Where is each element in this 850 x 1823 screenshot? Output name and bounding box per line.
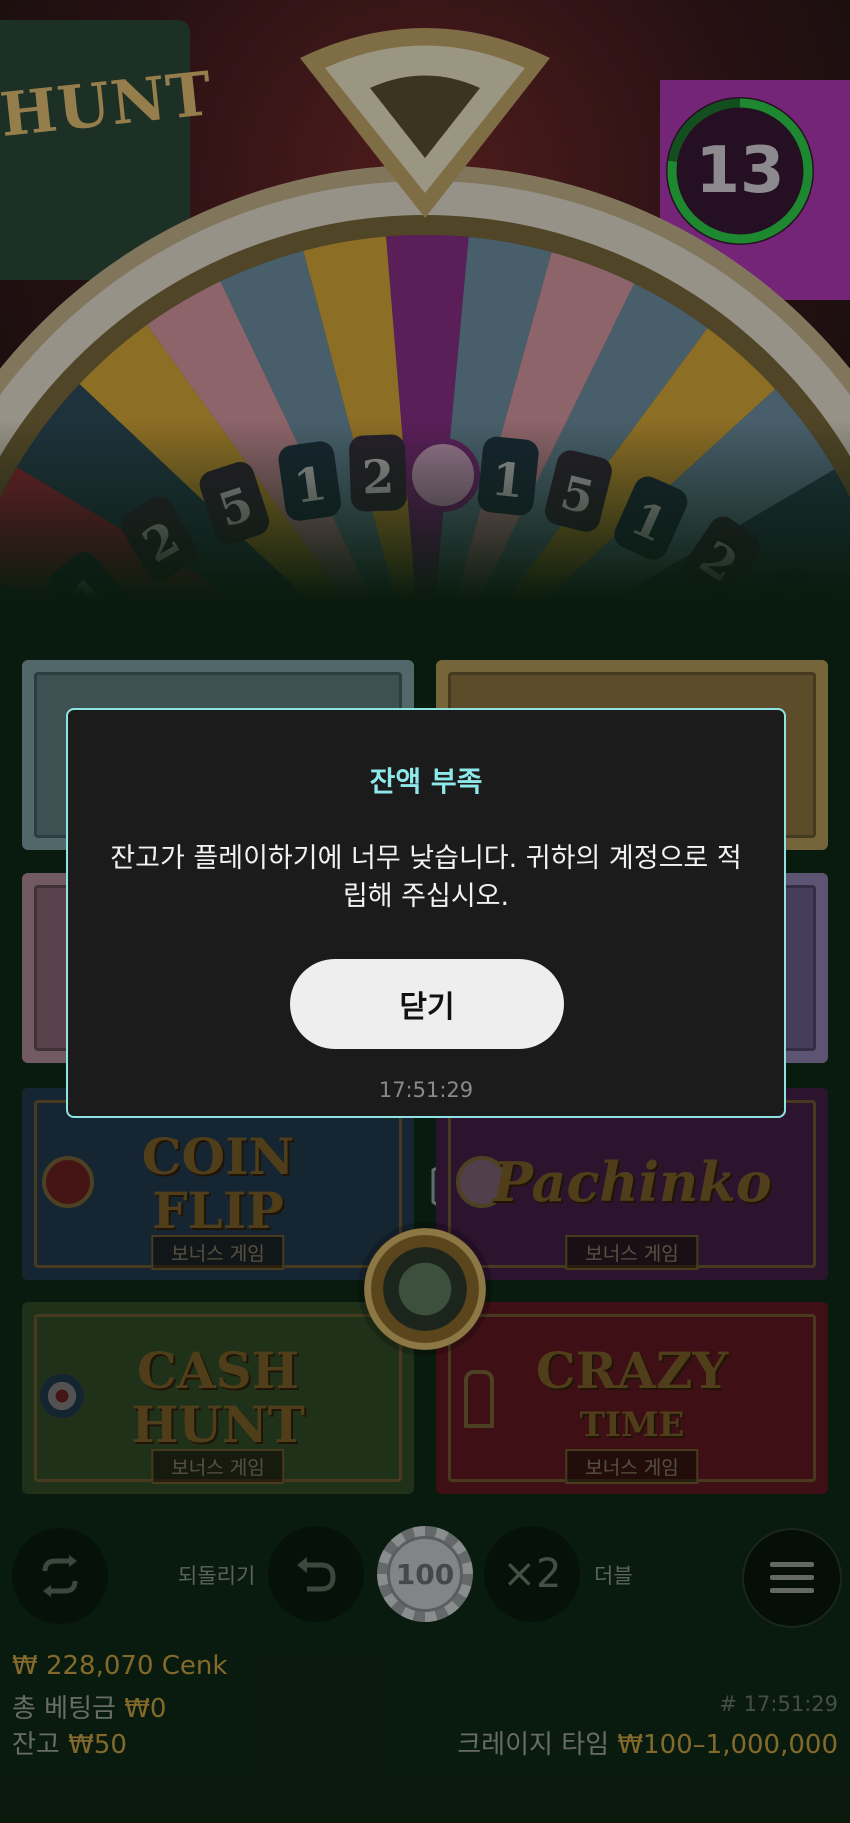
close-button[interactable]: 닫기 xyxy=(290,959,564,1049)
dialog-message: 잔고가 플레이하기에 너무 낮습니다. 귀하의 계정으로 적립해 주십시오. xyxy=(110,843,742,912)
dialog-timestamp: 17:51:29 xyxy=(378,1078,474,1102)
insufficient-balance-dialog: 잔액 부족 잔고가 플레이하기에 너무 낮습니다. 귀하의 계정으로 적립해 주… xyxy=(66,708,786,1118)
dialog-title: 잔액 부족 xyxy=(369,765,483,798)
